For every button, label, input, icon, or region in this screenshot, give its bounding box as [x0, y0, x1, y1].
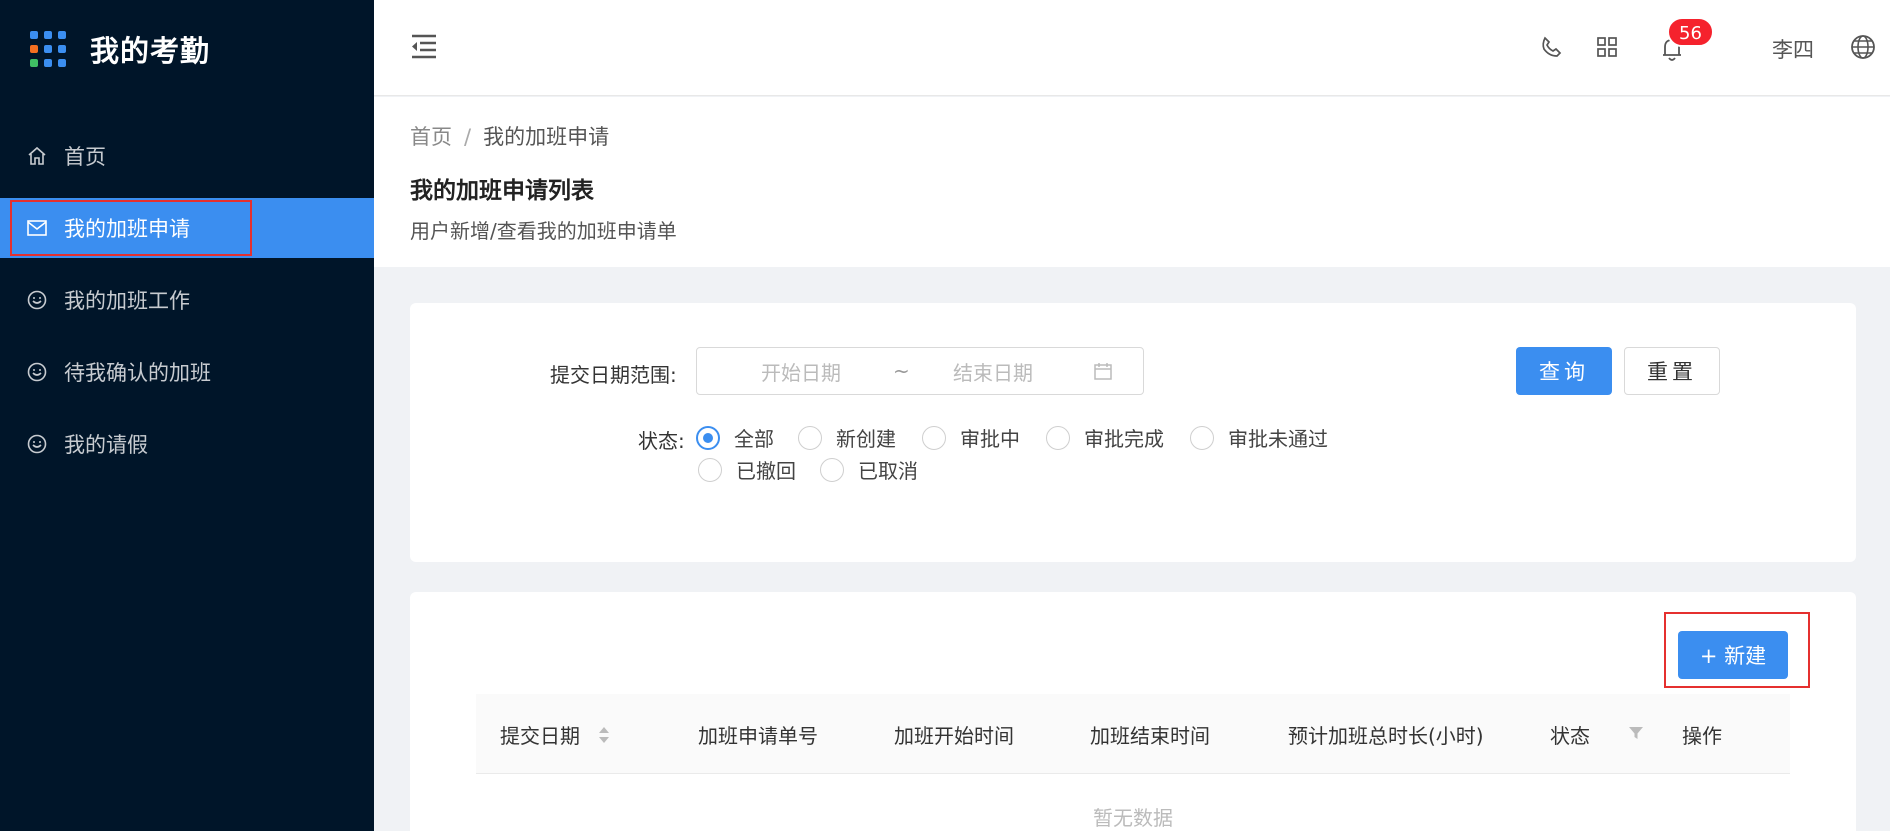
radio-circle [820, 457, 844, 482]
apps-icon[interactable] [1596, 36, 1618, 62]
app-logo[interactable]: 我的考勤 [30, 28, 210, 70]
radio-label: 已取消 [858, 459, 918, 483]
sidebar-item-label: 我的请假 [64, 433, 148, 457]
column-end-time: 加班结束时间 [1090, 724, 1210, 748]
new-request-button[interactable]: + 新建 [1678, 631, 1788, 679]
sidebar-item-label: 首页 [64, 145, 106, 169]
search-form-card: 提交日期范围: 开始日期 ~ 结束日期 查询 重置 状态: 全部 新创建 审批中… [410, 303, 1856, 562]
notification-badge: 56 [1667, 17, 1714, 47]
radio-circle [696, 425, 720, 450]
status-radio-all[interactable]: 全部 [696, 423, 774, 452]
empty-state-text: 暂无数据 [1093, 806, 1173, 830]
column-total-hours: 预计加班总时长(小时) [1288, 724, 1484, 748]
phone-icon[interactable] [1540, 36, 1562, 62]
date-range-label: 提交日期范围: [550, 363, 677, 387]
start-date-input[interactable]: 开始日期 [761, 357, 841, 386]
radio-circle [922, 425, 946, 450]
radio-label: 审批中 [960, 427, 1020, 451]
radio-label: 已撤回 [736, 459, 796, 483]
home-icon [26, 145, 48, 167]
column-status: 状态 [1550, 724, 1590, 748]
range-separator: ~ [893, 359, 910, 383]
breadcrumb-current: 我的加班申请 [483, 125, 610, 149]
menu-fold-icon[interactable] [410, 34, 438, 64]
page-title: 我的加班申请列表 [410, 178, 594, 204]
status-radio-cancelled[interactable]: 已取消 [820, 455, 918, 484]
calendar-icon [1093, 361, 1113, 385]
status-radio-new[interactable]: 新创建 [798, 423, 896, 452]
status-radio-approved[interactable]: 审批完成 [1046, 423, 1164, 452]
sidebar-item-label: 待我确认的加班 [64, 361, 211, 385]
column-actions: 操作 [1682, 724, 1722, 748]
column-label: 提交日期 [500, 724, 580, 748]
radio-circle [1046, 425, 1070, 450]
radio-label: 新创建 [836, 427, 896, 451]
smile-icon [26, 361, 48, 383]
top-header: 56 李四 [374, 0, 1890, 96]
end-date-input[interactable]: 结束日期 [953, 357, 1033, 386]
breadcrumb-separator: / [464, 125, 472, 149]
column-submit-date[interactable]: 提交日期 [500, 720, 610, 750]
smile-icon [26, 289, 48, 311]
status-radio-rejected[interactable]: 审批未通过 [1190, 423, 1328, 452]
filter-icon[interactable] [1628, 722, 1644, 746]
smile-icon [26, 433, 48, 455]
breadcrumb-home-link[interactable]: 首页 [410, 125, 452, 149]
column-request-number: 加班申请单号 [698, 724, 818, 748]
app-title: 我的考勤 [90, 34, 211, 68]
globe-icon[interactable] [1850, 34, 1876, 64]
page-description: 用户新增/查看我的加班申请单 [410, 219, 677, 243]
highlight-box [10, 200, 252, 256]
user-name[interactable]: 李四 [1772, 34, 1814, 64]
sidebar-item-home[interactable]: 首页 [0, 126, 374, 186]
query-button[interactable]: 查询 [1516, 347, 1612, 395]
radio-circle [1190, 425, 1214, 450]
radio-label: 审批未通过 [1228, 427, 1328, 451]
sidebar: 我的考勤 首页 我的加班申请 我的加班工作 待我确认的加班 我的请假 [0, 0, 374, 831]
sidebar-menu: 首页 我的加班申请 我的加班工作 待我确认的加班 我的请假 [0, 126, 374, 486]
sidebar-item-pending-confirm[interactable]: 待我确认的加班 [0, 342, 374, 402]
date-range-picker[interactable]: 开始日期 ~ 结束日期 [696, 347, 1144, 395]
status-label: 状态: [638, 429, 685, 453]
reset-button[interactable]: 重置 [1624, 347, 1720, 395]
table-header: 提交日期 加班申请单号 加班开始时间 加班结束时间 预计加班总时长(小时) 状态… [476, 694, 1790, 774]
status-radio-in-review[interactable]: 审批中 [922, 423, 1020, 452]
radio-circle [698, 457, 722, 482]
table-card: + 新建 提交日期 加班申请单号 加班开始时间 加班结束时间 预计加班总时长(小… [410, 592, 1856, 831]
radio-circle [798, 425, 822, 450]
radio-label: 全部 [734, 427, 774, 451]
page-header: 首页 / 我的加班申请 我的加班申请列表 用户新增/查看我的加班申请单 [374, 97, 1890, 267]
status-radio-withdrawn[interactable]: 已撤回 [698, 455, 796, 484]
sort-icon[interactable] [598, 725, 610, 750]
breadcrumb: 首页 / 我的加班申请 [410, 121, 609, 151]
sidebar-item-my-overtime-work[interactable]: 我的加班工作 [0, 270, 374, 330]
radio-label: 审批完成 [1084, 427, 1164, 451]
sidebar-item-my-overtime-request[interactable]: 我的加班申请 [0, 198, 374, 258]
apps-grid-icon [30, 31, 66, 67]
sidebar-item-my-leave[interactable]: 我的请假 [0, 414, 374, 474]
column-start-time: 加班开始时间 [894, 724, 1014, 748]
sidebar-item-label: 我的加班工作 [64, 289, 190, 313]
